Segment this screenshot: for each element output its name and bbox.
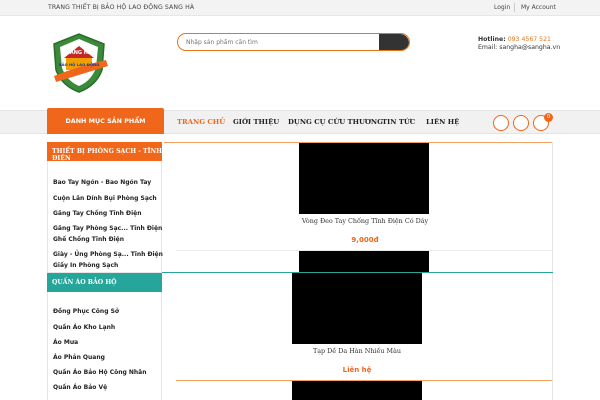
sidebar-section-cleanroom[interactable]: THIẾT BỊ PHÒNG SẠCH - TĨNH ĐIỆN: [47, 142, 162, 162]
email-label: Email:: [478, 44, 498, 51]
sidebar-item[interactable]: Bao Tay Ngón - Bao Ngón Tay: [53, 179, 151, 186]
nav-first-aid[interactable]: DỤNG CỤ CỨU THƯƠNG: [288, 118, 383, 126]
sidebar-item[interactable]: Quần Áo Kho Lạnh: [53, 324, 115, 331]
sidebar-item[interactable]: Găng Tay Chống Tĩnh Điện: [53, 210, 141, 217]
hotline: Hotline: 093 4567 521: [478, 36, 551, 43]
sidebar-item[interactable]: Đồng Phục Công Sở: [53, 308, 119, 315]
shield-logo-icon: SANG HÀ BẢO HỘ LAO ĐỘNG: [53, 33, 108, 93]
svg-text:SANG HÀ: SANG HÀ: [66, 49, 92, 56]
svg-text:BẢO HỘ LAO ĐỘNG: BẢO HỘ LAO ĐỘNG: [59, 62, 100, 67]
sidebar-item[interactable]: Áo Mưa: [53, 339, 78, 346]
sidebar-item[interactable]: Quần Áo Bảo Vệ: [53, 384, 107, 391]
login-link[interactable]: Login: [494, 4, 510, 11]
sidebar-item[interactable]: Găng Tay Phòng Sạc... Tĩnh Điện: [53, 225, 162, 232]
product-image[interactable]: [292, 381, 422, 400]
nav-contact[interactable]: LIÊN HỆ: [426, 118, 459, 126]
hotline-label: Hotline:: [478, 36, 506, 43]
hotline-number[interactable]: 093 4567 521: [508, 36, 551, 43]
sidebar-item[interactable]: Ghế Chống Tĩnh Điện: [53, 236, 124, 243]
content-border: [552, 142, 553, 400]
nav-home[interactable]: TRANG CHỦ: [177, 118, 225, 126]
product-image[interactable]: [299, 143, 429, 214]
user-icon[interactable]: [513, 115, 529, 131]
sidebar-section-title: QUẦN ÁO BẢO HỘ: [52, 279, 117, 286]
email-info: Email: sangha@sangha.vn: [478, 44, 560, 51]
my-account-link[interactable]: My Account: [521, 4, 556, 11]
category-menu-label: DANH MỤC SẢN PHẨM: [65, 117, 146, 125]
sidebar-item[interactable]: Giấy In Phòng Sạch: [53, 262, 118, 269]
sidebar-item[interactable]: Quần Áo Bảo Hộ Công Nhân: [53, 369, 147, 376]
sidebar-item[interactable]: Cuộn Lăn Dính Bụi Phòng Sạch: [53, 195, 157, 202]
topbar-separator: [514, 3, 515, 12]
nav-news[interactable]: TIN TỨC: [382, 118, 415, 126]
search-button[interactable]: [379, 34, 409, 50]
product-name[interactable]: Vòng Đeo Tay Chống Tĩnh Điện Có Dây: [250, 217, 480, 225]
sidebar-section-title: THIẾT BỊ PHÒNG SẠCH - TĨNH ĐIỆN: [52, 148, 162, 162]
sidebar-item[interactable]: Áo Phản Quang: [53, 354, 105, 361]
product-name[interactable]: Tạp Dề Da Hàn Nhiều Màu: [242, 347, 472, 355]
search-bar: [177, 33, 410, 51]
top-bar: TRANG THIẾT BỊ BẢO HỘ LAO ĐỘNG SANG HÀ L…: [0, 0, 600, 16]
category-menu-button[interactable]: DANH MỤC SẢN PHẨM: [47, 108, 164, 134]
company-name: TRANG THIẾT BỊ BẢO HỘ LAO ĐỘNG SANG HÀ: [48, 4, 195, 11]
product-price[interactable]: Liên hệ: [292, 366, 422, 374]
site-header: SANG HÀ BẢO HỘ LAO ĐỘNG Hotline: 093 456…: [0, 16, 600, 110]
sidebar-section-clothing[interactable]: QUẦN ÁO BẢO HỘ: [47, 273, 162, 292]
search-toggle-icon[interactable]: [493, 115, 509, 131]
sidebar-item[interactable]: Giày - Ủng Phòng Sạ... Tĩnh Điện: [53, 251, 163, 258]
cart-count-badge: 0: [544, 113, 553, 122]
email-value[interactable]: sangha@sangha.vn: [499, 44, 560, 51]
product-price: 9,000đ: [351, 236, 379, 244]
product-image[interactable]: [292, 273, 422, 344]
nav-about[interactable]: GIỚI THIỆU: [233, 118, 279, 126]
site-logo[interactable]: SANG HÀ BẢO HỘ LAO ĐỘNG: [46, 30, 112, 96]
product-image[interactable]: [299, 251, 429, 272]
search-input[interactable]: [186, 37, 382, 48]
